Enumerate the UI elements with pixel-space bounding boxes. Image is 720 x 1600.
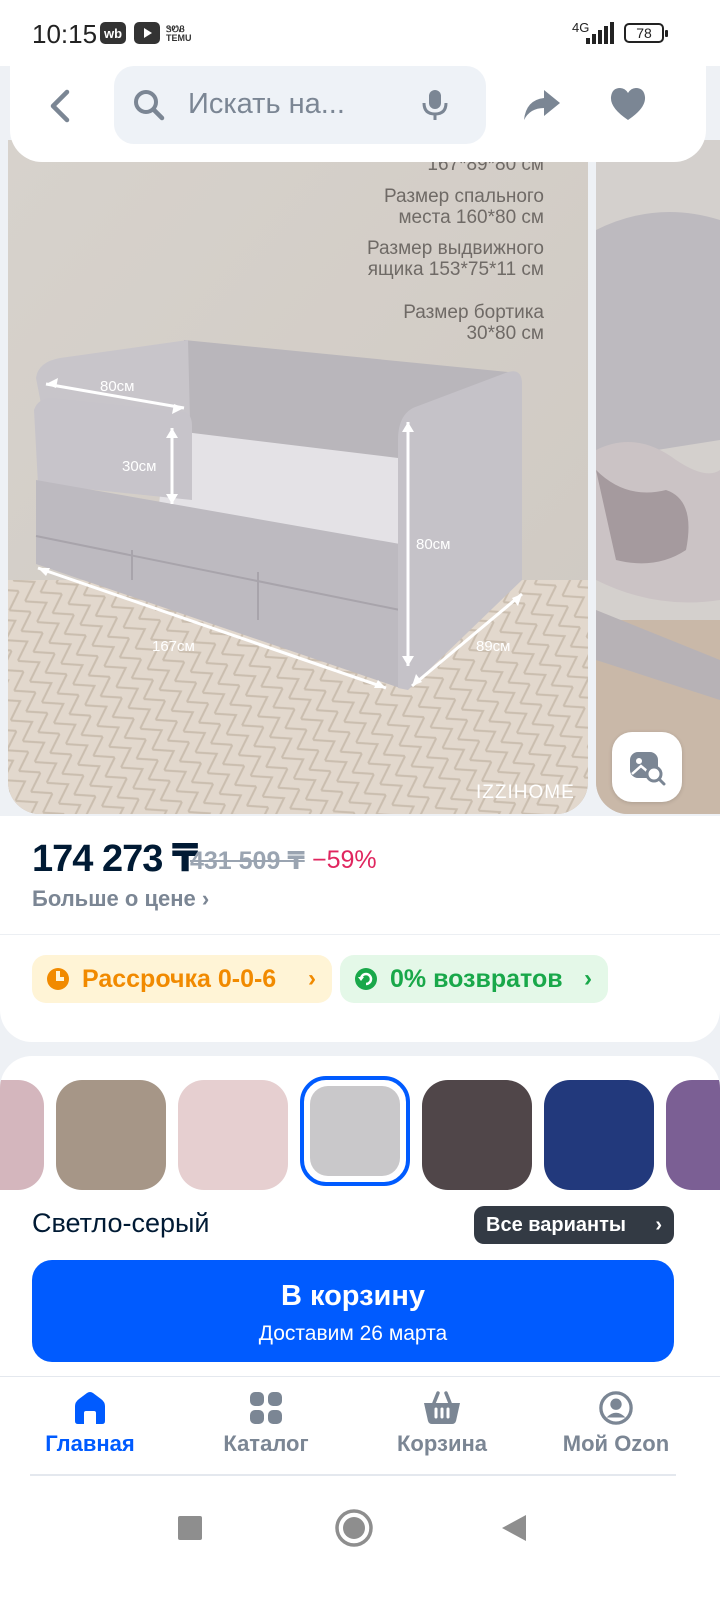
nav-cart-label: Корзина [397, 1431, 487, 1456]
photo-next-image [596, 140, 720, 814]
installment-icon [47, 968, 69, 990]
returns-label: 0% возвратов [390, 964, 563, 993]
system-nav-bar [0, 1476, 720, 1600]
color-swatch[interactable] [56, 1080, 166, 1190]
share-icon [524, 90, 560, 120]
search-icon [134, 90, 165, 121]
status-time: 10:15 [32, 19, 98, 49]
nav-profile-label: Мой Ozon [562, 1431, 670, 1456]
triangle-back-icon [502, 1515, 526, 1541]
spec-drawer: Размер выдвижного ящика 153*75*11 см [367, 238, 544, 280]
brand-watermark: IZZIHOME [476, 782, 575, 803]
dim-label-length: 167см [152, 638, 195, 655]
color-swatch[interactable] [544, 1080, 654, 1190]
spec-bumper: Размер бортика 30*80 см [403, 302, 544, 344]
youtube-icon [134, 22, 160, 44]
temu-icon: ᏕᏬᏰ temu [166, 24, 192, 43]
signal-icon [586, 22, 614, 44]
price-block: 174 273 ₸ 431 509 ₸ −59% Больше о цене › [0, 816, 720, 936]
visual-search-button[interactable] [612, 732, 682, 802]
cart-area: В корзину Доставим 26 марта [0, 1244, 720, 1376]
product-photo[interactable]: 167*89*80 см Размер спального места 160*8… [8, 140, 588, 814]
selected-color-name: Светло-серый [32, 1208, 210, 1238]
price-details-link[interactable]: Больше о цене › [32, 886, 209, 912]
wb-app-icon: wb [100, 22, 126, 44]
microphone-icon[interactable] [420, 88, 450, 122]
product-gallery[interactable]: 167*89*80 см Размер спального места 160*8… [0, 140, 720, 816]
nav-home[interactable]: Главная [10, 1391, 170, 1457]
chevron-right-icon: › [584, 965, 592, 992]
circle-icon [335, 1509, 373, 1547]
product-photo-next[interactable] [596, 140, 720, 814]
nav-cart[interactable]: Корзина [362, 1391, 522, 1457]
catalog-icon [250, 1392, 282, 1424]
home-system-button[interactable] [332, 1506, 376, 1550]
top-header: Искать на... [10, 66, 706, 162]
dim-label-side-height: 30см [122, 458, 157, 475]
dim-label-depth: 89см [476, 638, 511, 655]
returns-chip[interactable]: 0% возвратов › [340, 955, 608, 1003]
heart-icon [610, 88, 646, 120]
current-price: 174 273 ₸ [32, 838, 198, 880]
dim-label-height: 80см [416, 536, 451, 553]
spec-sleeping-area: Размер спального места 160*80 см [383, 186, 544, 228]
promo-block: Рассрочка 0-0-6 › 0% возвратов › [0, 934, 720, 1042]
nav-catalog[interactable]: Каталог [186, 1391, 346, 1457]
color-swatch[interactable] [178, 1080, 288, 1190]
search-input[interactable]: Искать на... [114, 66, 486, 144]
square-icon [178, 1516, 202, 1540]
old-price: 431 509 ₸ [190, 847, 305, 875]
all-variants-label: Все варианты [486, 1213, 626, 1236]
bottom-nav: Главная Каталог Корзина Мой Ozon [0, 1376, 720, 1476]
add-to-cart-label: В корзину [280, 1280, 426, 1312]
chevron-right-icon: › [201, 886, 210, 911]
back-system-button[interactable] [492, 1506, 536, 1550]
nav-profile[interactable]: Мой Ozon [536, 1391, 696, 1457]
dim-label-top-width: 80см [100, 378, 135, 395]
back-button[interactable] [38, 84, 82, 128]
image-search-icon [630, 752, 666, 786]
installment-chip[interactable]: Рассрочка 0-0-6 › [32, 955, 332, 1003]
favorite-button[interactable] [608, 84, 652, 128]
installment-label: Рассрочка 0-0-6 [82, 964, 277, 993]
color-variants: Светло-серый Все варианты › [0, 1056, 720, 1246]
recents-button[interactable] [168, 1506, 212, 1550]
nav-home-label: Главная [45, 1431, 135, 1456]
home-icon [75, 1392, 105, 1424]
chevron-right-icon: › [655, 1213, 662, 1236]
profile-icon [599, 1391, 633, 1425]
chevron-right-icon: › [308, 965, 316, 992]
nav-catalog-label: Каталог [223, 1431, 309, 1456]
color-swatch[interactable] [666, 1080, 720, 1190]
search-placeholder: Искать на... [188, 88, 345, 120]
share-button[interactable] [522, 84, 566, 128]
basket-icon [424, 1391, 460, 1424]
color-swatch[interactable] [0, 1080, 44, 1190]
status-bar: 10:15 wb ᏕᏬᏰ temu 4G 78 [0, 0, 720, 66]
returns-icon [355, 968, 377, 990]
add-to-cart-button[interactable]: В корзину Доставим 26 марта [32, 1260, 674, 1362]
color-swatch[interactable] [300, 1076, 410, 1186]
discount-badge: −59% [312, 846, 377, 874]
chevron-left-icon [50, 89, 70, 123]
color-swatch[interactable] [422, 1080, 532, 1190]
delivery-date: Доставим 26 марта [258, 1322, 448, 1345]
all-variants-button[interactable]: Все варианты › [474, 1206, 674, 1244]
battery-indicator: 78 [624, 23, 668, 43]
